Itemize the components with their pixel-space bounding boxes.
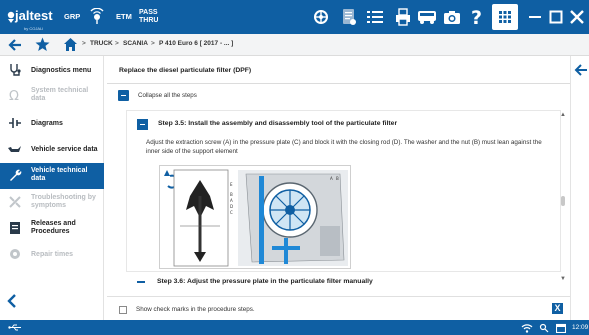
home-icon[interactable] bbox=[63, 37, 78, 52]
step-title[interactable]: Step 3.6: Adjust the pressure plate in t… bbox=[157, 278, 373, 285]
help-icon[interactable]: ? bbox=[466, 6, 488, 28]
sidebar-item-label: Repair times bbox=[31, 251, 74, 258]
sidebar-item-label: Diagrams bbox=[31, 120, 63, 127]
scroll-thumb[interactable] bbox=[561, 196, 565, 206]
list-icon[interactable] bbox=[364, 6, 386, 28]
sidebar-collapse-icon[interactable] bbox=[6, 294, 20, 308]
wrench-icon bbox=[10, 169, 22, 181]
sidebar-item-diagnostics-menu[interactable]: Diagnostics menu bbox=[0, 58, 104, 84]
omega-icon: Ω bbox=[9, 89, 19, 102]
step-expand-button[interactable] bbox=[137, 281, 145, 283]
sidebar-item-vehicle-service-data[interactable]: Vehicle service data bbox=[0, 137, 104, 163]
figure-letter: B bbox=[336, 176, 339, 181]
page-title: Replace the diesel particulate filter (D… bbox=[119, 67, 252, 74]
back-arrow-icon[interactable] bbox=[8, 38, 22, 52]
sidebar-item-label: Releases and Procedures bbox=[31, 220, 76, 235]
scrollbar[interactable]: ▲ ▼ bbox=[559, 112, 567, 288]
maximize-icon[interactable] bbox=[545, 6, 567, 28]
clock: 12:09 bbox=[572, 324, 589, 331]
sidebar: Diagnostics menu Ω System technical data… bbox=[0, 56, 104, 320]
sidebar-item-releases-procedures[interactable]: Releases and Procedures bbox=[0, 216, 104, 242]
breadcrumb-item-scania[interactable]: SCANIA bbox=[123, 40, 148, 47]
divider bbox=[107, 83, 570, 84]
close-icon[interactable] bbox=[566, 6, 588, 28]
back-arrow-icon[interactable] bbox=[574, 63, 588, 77]
collapse-all-label[interactable]: Collapse all the steps bbox=[138, 92, 197, 99]
step-title[interactable]: Step 3.5: Install the assembly and disas… bbox=[158, 120, 397, 127]
step-3-5-panel: Step 3.5: Install the assembly and disas… bbox=[126, 110, 561, 272]
tools-icon bbox=[9, 196, 21, 208]
breadcrumb-item-model[interactable]: P 410 Euro 6 [ 2017 - ... ] bbox=[159, 40, 233, 47]
figure-letter: A bbox=[330, 176, 333, 181]
sidebar-item-vehicle-technical-data[interactable]: Vehicle technical data bbox=[0, 163, 104, 189]
step-3-6-row[interactable]: Step 3.6: Adjust the pressure plate in t… bbox=[126, 276, 561, 288]
sidebar-item-diagrams[interactable]: Diagrams bbox=[0, 111, 104, 137]
sidebar-item-label: Vehicle technical data bbox=[31, 167, 88, 182]
document-icon bbox=[10, 222, 20, 234]
sidebar-item-label: Vehicle service data bbox=[31, 146, 98, 153]
minimize-icon[interactable] bbox=[524, 6, 546, 28]
calendar-icon bbox=[556, 323, 566, 333]
sidebar-item-label: Troubleshooting by symptoms bbox=[31, 194, 96, 209]
show-check-marks-label[interactable]: Show check marks in the procedure steps. bbox=[136, 306, 255, 313]
grid-icon[interactable] bbox=[492, 4, 518, 30]
figure-letter: D bbox=[230, 204, 233, 209]
car-icon[interactable] bbox=[310, 6, 332, 28]
breadcrumb: > TRUCK > SCANIA > P 410 Euro 6 [ 2017 -… bbox=[0, 34, 589, 56]
status-bar: 12:09 bbox=[0, 320, 589, 335]
svg-text:?: ? bbox=[471, 7, 482, 27]
breadcrumb-separator: > bbox=[115, 40, 119, 47]
breadcrumb-separator: > bbox=[151, 40, 155, 47]
stethoscope-icon bbox=[10, 64, 21, 76]
wifi-icon bbox=[521, 324, 533, 333]
figure-letter: A bbox=[230, 198, 233, 203]
key-icon bbox=[539, 323, 549, 333]
sidebar-item-repair-times[interactable]: Repair times bbox=[0, 242, 104, 268]
camera-icon[interactable] bbox=[441, 6, 463, 28]
gps-icon[interactable] bbox=[86, 6, 108, 28]
gear-icon bbox=[10, 249, 20, 259]
logo-sub: by COJALI bbox=[24, 26, 44, 31]
step-collapse-button[interactable] bbox=[137, 119, 148, 130]
step-description: Adjust the extraction screw (A) in the p… bbox=[146, 139, 542, 155]
procedure-panel: Replace the diesel particulate filter (D… bbox=[107, 56, 570, 320]
procedure-figure: E B A D C A B bbox=[159, 165, 351, 269]
diagram-icon bbox=[9, 118, 21, 128]
right-panel bbox=[570, 56, 589, 320]
breadcrumb-item-truck[interactable]: TRUCK bbox=[90, 40, 113, 47]
figure-letter: C bbox=[230, 210, 233, 215]
thru-label[interactable]: THRU bbox=[139, 17, 158, 25]
printer-icon[interactable] bbox=[392, 6, 414, 28]
pass-label[interactable]: PASS bbox=[139, 9, 158, 17]
usb-icon bbox=[8, 324, 21, 331]
scroll-up-icon[interactable]: ▲ bbox=[560, 112, 566, 118]
book-icon[interactable] bbox=[338, 6, 360, 28]
sidebar-item-label: System technical data bbox=[31, 87, 89, 102]
svg-text:Ω: Ω bbox=[9, 89, 19, 102]
close-procedure-button[interactable]: X bbox=[552, 303, 563, 314]
scroll-down-icon[interactable]: ▼ bbox=[560, 276, 566, 282]
bus-icon[interactable] bbox=[416, 6, 438, 28]
figure-letter: E bbox=[230, 182, 233, 187]
etm-label[interactable]: ETM bbox=[116, 13, 132, 21]
jaltest-logo[interactable]: jaltest by COJALI bbox=[6, 5, 54, 31]
collapse-all-button[interactable] bbox=[118, 90, 129, 101]
figure-letter: B bbox=[230, 192, 233, 197]
favorite-star-icon[interactable] bbox=[35, 37, 50, 52]
top-toolbar: jaltest by COJALI GRP ETM PASS THRU ? bbox=[0, 0, 589, 34]
grp-label[interactable]: GRP bbox=[64, 13, 80, 21]
sidebar-item-troubleshooting[interactable]: Troubleshooting by symptoms bbox=[0, 190, 104, 216]
check-marks-row: Show check marks in the procedure steps.… bbox=[107, 296, 570, 320]
oil-can-icon bbox=[8, 146, 21, 152]
sidebar-item-label: Diagnostics menu bbox=[31, 67, 92, 74]
show-check-marks-checkbox[interactable] bbox=[119, 306, 127, 314]
logo-text: jaltest bbox=[15, 8, 53, 23]
breadcrumb-separator: > bbox=[82, 40, 86, 47]
sidebar-item-system-technical-data[interactable]: Ω System technical data bbox=[0, 83, 104, 109]
